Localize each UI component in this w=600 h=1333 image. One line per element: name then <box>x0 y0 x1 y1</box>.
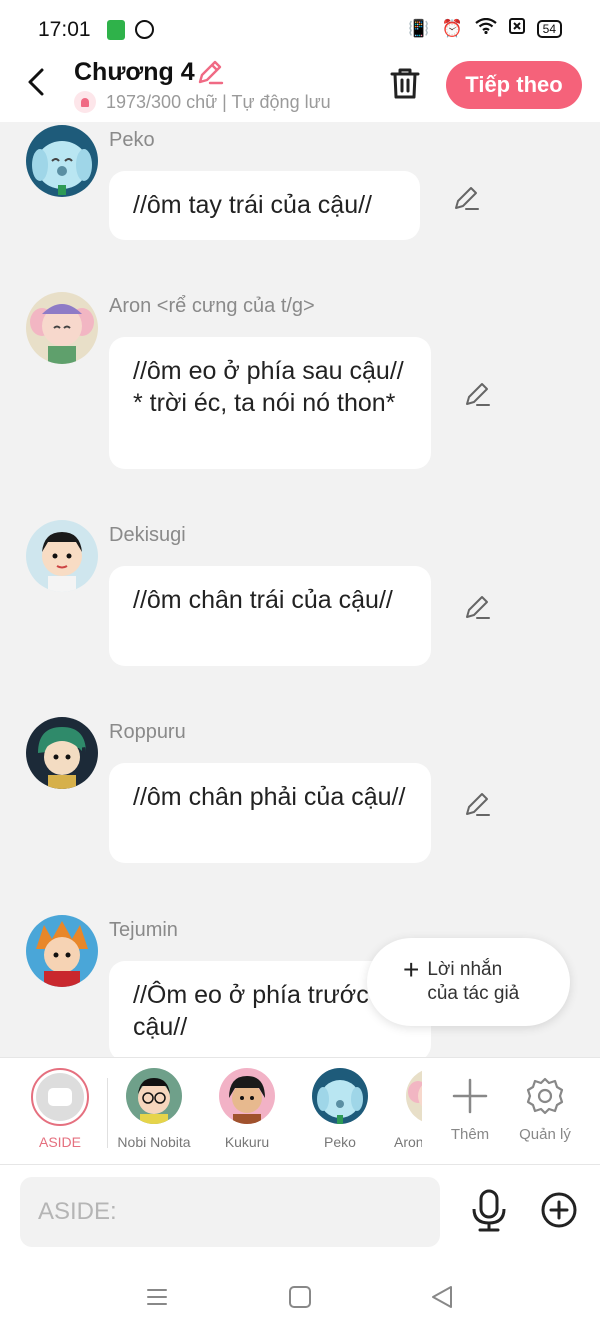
character-name: ASIDE <box>38 1134 81 1150</box>
edit-message-icon[interactable] <box>452 184 480 212</box>
avatar[interactable] <box>26 717 98 789</box>
sim-icon <box>508 18 525 39</box>
message-icon <box>48 1088 72 1106</box>
menu-icon <box>147 1289 167 1305</box>
delete-button[interactable] <box>386 64 424 102</box>
bell-icon <box>74 91 96 113</box>
vibrate-icon: 📳 <box>408 18 430 38</box>
gear-icon <box>525 1076 565 1116</box>
next-button[interactable]: Tiếp theo <box>446 61 582 109</box>
avatar[interactable] <box>26 292 98 364</box>
avatar[interactable] <box>26 520 98 592</box>
aside-avatar <box>31 1068 89 1126</box>
microphone-icon <box>472 1189 506 1232</box>
triangle-back-icon <box>432 1286 452 1308</box>
edit-message-icon[interactable] <box>463 593 491 621</box>
avatar[interactable] <box>26 915 98 987</box>
character-aron[interactable]: Aron <box>388 1068 422 1150</box>
plus-icon: + <box>403 954 420 985</box>
character-name: Aron <box>394 1134 422 1150</box>
recent-apps-button[interactable] <box>146 1287 168 1307</box>
sender-name: Tejumin <box>109 919 178 941</box>
manage-label: Quản lý <box>519 1126 571 1143</box>
add-label: Thêm <box>450 1126 490 1143</box>
trash-icon <box>390 68 420 99</box>
divider <box>107 1078 108 1148</box>
character-nobi-nobita[interactable]: Nobi Nobita <box>109 1068 199 1150</box>
author-note-button[interactable]: + Lời nhắn của tác giả <box>367 938 570 1026</box>
sender-name: Aron <rể cưng của t/g> <box>109 295 315 317</box>
plus-icon <box>450 1076 490 1116</box>
sender-name: Peko <box>109 129 155 151</box>
message-bubble[interactable]: //ôm eo ở phía sau cậu// * trời éc, ta n… <box>109 337 431 469</box>
message-bubble[interactable]: //ôm tay trái của cậu// <box>109 171 420 240</box>
message-bubble[interactable]: //ôm chân trái của cậu// <box>109 566 431 666</box>
character-bar: ASIDE Nobi Nobita Kukuru Peko Aron Thêm <box>0 1057 600 1165</box>
word-count-text: 1973/300 chữ | Tự động lưu <box>106 91 331 112</box>
word-count-status: 1973/300 chữ | Tự động lưu <box>74 91 331 113</box>
character-name: Peko <box>324 1134 356 1150</box>
wifi-icon <box>474 17 497 39</box>
add-attachment-button[interactable] <box>540 1191 578 1229</box>
chapter-title[interactable]: Chương 4 <box>74 58 195 87</box>
edit-message-icon[interactable] <box>463 790 491 818</box>
character-name: Nobi Nobita <box>117 1134 191 1150</box>
avatar <box>312 1068 368 1124</box>
microphone-button[interactable] <box>470 1189 508 1233</box>
edit-title-icon[interactable] <box>196 58 224 86</box>
edit-message-icon[interactable] <box>463 380 491 408</box>
avatar[interactable] <box>26 125 98 197</box>
home-button[interactable] <box>289 1286 311 1308</box>
app-notification-icon <box>107 20 125 40</box>
battery-icon: 54 <box>536 19 562 38</box>
back-button[interactable] <box>22 66 54 98</box>
editor-header: Chương 4 1973/300 chữ | Tự động lưu Tiếp… <box>0 58 600 122</box>
system-back-button[interactable] <box>430 1284 454 1310</box>
avatar <box>126 1068 182 1124</box>
add-character-button[interactable]: Thêm <box>435 1068 505 1143</box>
plus-circle-icon <box>541 1192 577 1228</box>
character-name: Kukuru <box>224 1134 270 1150</box>
status-time: 17:01 <box>38 18 91 41</box>
chevron-left-icon <box>28 68 44 96</box>
avatar <box>219 1068 275 1124</box>
character-aside[interactable]: ASIDE <box>15 1068 105 1150</box>
alarm-icon: ⏰ <box>441 18 463 38</box>
input-row <box>0 1165 600 1263</box>
status-icons: 📳 ⏰ 54 <box>408 17 562 39</box>
manage-characters-button[interactable]: Quản lý <box>510 1068 580 1143</box>
sender-name: Dekisugi <box>109 524 186 546</box>
system-nav-bar <box>0 1263 600 1333</box>
message-bubble[interactable]: //ôm chân phải của cậu// <box>109 763 431 863</box>
character-kukuru[interactable]: Kukuru <box>202 1068 292 1150</box>
character-peko[interactable]: Peko <box>295 1068 385 1150</box>
chat-area[interactable]: Peko //ôm tay trái của cậu// Aron <rể cư… <box>0 122 600 1057</box>
pinterest-icon <box>135 20 154 39</box>
status-bar: 17:01 📳 ⏰ 54 <box>0 0 600 58</box>
message-input[interactable] <box>20 1177 440 1247</box>
avatar <box>406 1068 422 1124</box>
author-note-label: Lời nhắn của tác giả <box>427 959 520 1004</box>
sender-name: Roppuru <box>109 721 186 743</box>
